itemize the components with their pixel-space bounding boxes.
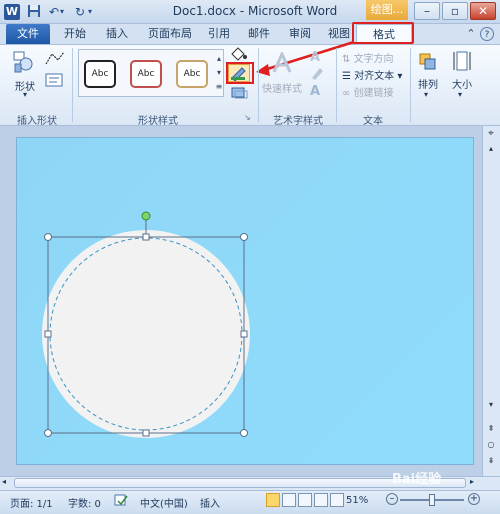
word-count[interactable]: 字数: 0 bbox=[68, 495, 101, 510]
selected-circle-shape[interactable] bbox=[16, 137, 474, 465]
group-separator bbox=[336, 48, 337, 122]
size-dropdown-icon[interactable]: ▾ bbox=[458, 90, 462, 99]
align-text-icon: ☰ bbox=[342, 71, 355, 82]
insert-mode-indicator[interactable]: 插入 bbox=[200, 495, 220, 510]
text-fill-icon[interactable]: A bbox=[310, 50, 328, 65]
page-count[interactable]: 页面: 1/1 bbox=[10, 495, 53, 510]
full-screen-reading-view-icon[interactable] bbox=[282, 493, 296, 507]
create-link-label: 创建链接 bbox=[353, 88, 394, 99]
group-separator bbox=[410, 48, 411, 122]
text-effects-icon[interactable]: A bbox=[310, 84, 328, 99]
zoom-level[interactable]: 51% bbox=[346, 495, 368, 506]
group-separator bbox=[258, 48, 259, 122]
text-direction-label: 文字方向 bbox=[353, 54, 394, 65]
outline-view-icon[interactable] bbox=[314, 493, 328, 507]
quick-styles-icon[interactable] bbox=[268, 50, 296, 74]
size-icon[interactable] bbox=[452, 50, 472, 74]
resize-handle-right[interactable] bbox=[240, 330, 248, 338]
create-link-button[interactable]: ∞ 创建链接 bbox=[342, 84, 394, 99]
text-outline-icon[interactable] bbox=[310, 66, 328, 80]
align-text-label: 对齐文本 bbox=[354, 71, 395, 82]
resize-handle-bottom[interactable] bbox=[142, 429, 150, 437]
ruler-toggle-icon[interactable]: ⌖ bbox=[484, 128, 498, 142]
resize-handle-top[interactable] bbox=[142, 233, 150, 241]
zoom-slider-handle[interactable] bbox=[429, 494, 435, 506]
text-direction-icon: ⇅ bbox=[342, 54, 354, 65]
text-direction-button[interactable]: ⇅ 文字方向 bbox=[342, 50, 394, 65]
scroll-down-icon[interactable]: ▾ bbox=[484, 400, 498, 410]
resize-handle-bottom-right[interactable] bbox=[240, 429, 248, 437]
zoom-out-icon[interactable]: – bbox=[386, 493, 398, 505]
align-text-button[interactable]: ☰ 对齐文本 ▾ bbox=[342, 67, 402, 82]
select-browse-object-icon[interactable]: ○ bbox=[484, 440, 498, 450]
scroll-left-icon[interactable]: ◂ bbox=[2, 477, 12, 489]
print-layout-view-icon[interactable] bbox=[266, 493, 280, 507]
wordart-styles-group-label: 艺术字样式 bbox=[273, 116, 323, 127]
arrange-button-label[interactable]: 排列 bbox=[414, 76, 442, 91]
text-group-label: 文本 bbox=[363, 116, 383, 127]
resize-handle-top-right[interactable] bbox=[240, 233, 248, 241]
resize-handle-bottom-left[interactable] bbox=[44, 429, 52, 437]
scroll-right-icon[interactable]: ▸ bbox=[470, 477, 480, 489]
scroll-up-icon[interactable]: ▴ bbox=[484, 144, 498, 154]
link-icon: ∞ bbox=[342, 88, 354, 99]
arrange-icon[interactable] bbox=[418, 52, 438, 72]
quick-styles-label[interactable]: 快速样式 bbox=[262, 80, 302, 95]
arrange-dropdown-icon[interactable]: ▾ bbox=[424, 90, 428, 99]
circle-shape[interactable] bbox=[42, 230, 250, 438]
watermark-logo: Bai经验 bbox=[392, 472, 442, 487]
zoom-in-icon[interactable]: + bbox=[468, 493, 480, 505]
rotation-handle[interactable] bbox=[141, 211, 151, 221]
draft-view-icon[interactable] bbox=[330, 493, 344, 507]
proofing-icon[interactable] bbox=[114, 493, 128, 507]
resize-handle-left[interactable] bbox=[44, 330, 52, 338]
language-indicator[interactable]: 中文(中国) bbox=[140, 495, 188, 510]
size-button-label[interactable]: 大小 bbox=[448, 76, 476, 91]
next-page-icon[interactable]: ⇟ bbox=[484, 456, 498, 466]
web-layout-view-icon[interactable] bbox=[298, 493, 312, 507]
previous-page-icon[interactable]: ⇞ bbox=[484, 424, 498, 434]
resize-handle-top-left[interactable] bbox=[44, 233, 52, 241]
